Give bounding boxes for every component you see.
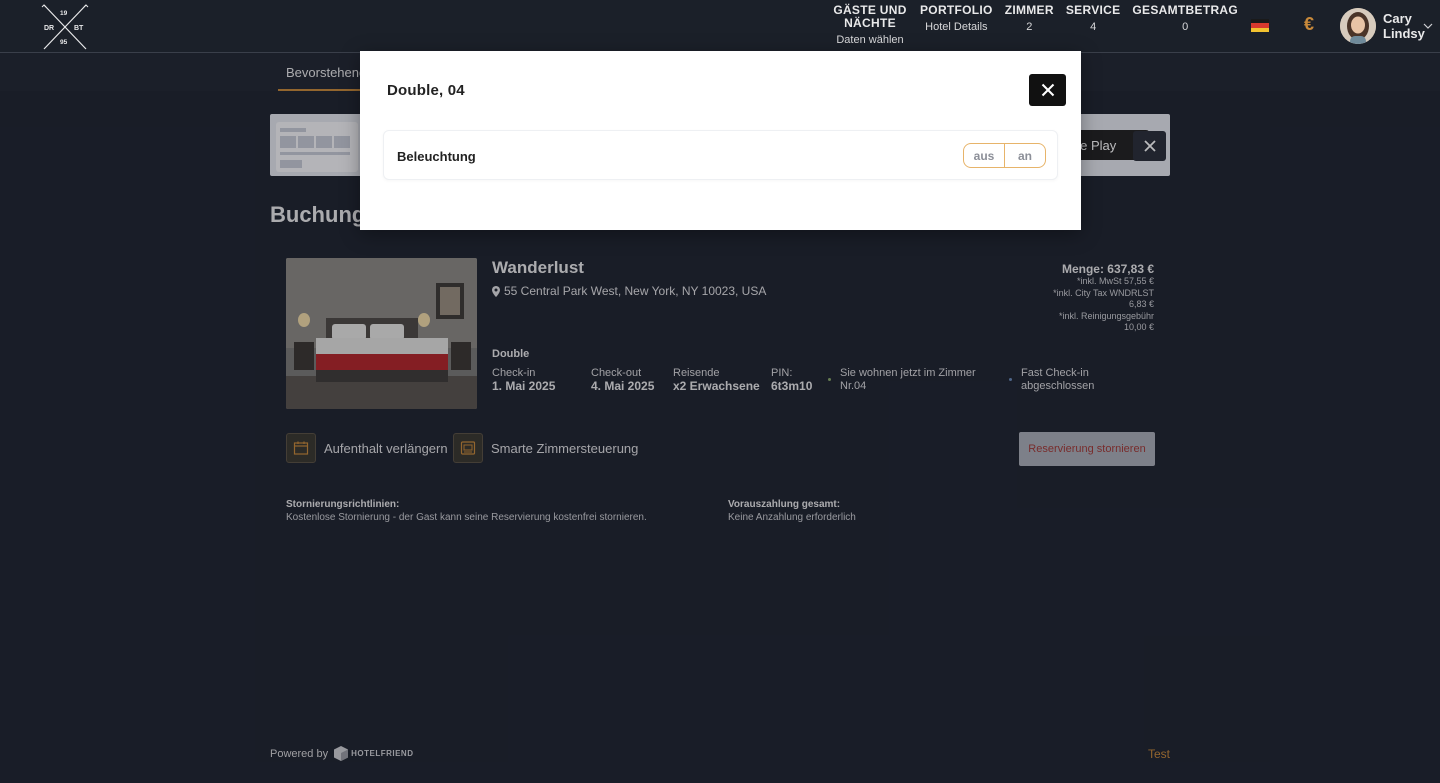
nav-service-value: 4 [1090,21,1097,33]
nav-service[interactable]: SERVICE 4 [1060,4,1127,47]
app-preview-image [276,122,358,172]
price-city-tax-value: 6,83 € [1128,299,1154,309]
hotelfriend-brand-text: HOTELFRIEND [351,749,414,758]
smart-room-control-label: Smarte Zimmersteuerung [491,440,639,456]
extend-stay-button[interactable]: Aufenthalt verlängern [286,433,448,463]
hotel-logo[interactable]: 19 DR BT 95 [40,3,90,51]
cancellation-policy-text: Kostenlose Stornierung - der Gast kann s… [286,512,647,523]
lighting-label: Beleuchtung [397,149,476,164]
calendar-icon [286,433,316,463]
price-city-tax-label: *inkl. City Tax WNDRLST [1053,287,1154,298]
cube-icon [334,746,349,761]
pin-value: 6t3m10 [771,379,813,393]
cancellation-policy-title: Stornierungsrichtlinien: [286,499,400,510]
chevron-down-icon[interactable] [1423,18,1433,29]
price-vat: *inkl. MwSt 57,55 € [1076,276,1154,286]
close-icon [1143,140,1156,152]
german-flag-icon[interactable] [1251,19,1269,32]
checkout-value: 4. Mai 2025 [591,379,655,393]
nav-guests-nights-value: Daten wählen [836,34,904,46]
nav-portfolio[interactable]: PORTFOLIO Hotel Details [914,4,999,47]
lighting-toggle: aus an [963,143,1046,168]
lighting-off-option[interactable]: aus [964,144,1004,167]
price-summary: Menge: 637,83 € *inkl. MwSt 57,55 € *ink… [954,262,1154,334]
footer-test-link[interactable]: Test [1148,747,1170,761]
hotelfriend-logo[interactable]: HOTELFRIEND [334,746,413,761]
travelers-value: x2 Erwachsene [673,379,760,393]
modal-title: Double, 04 [387,82,465,99]
room-status-line2: Nr.04 [840,380,867,392]
extend-stay-label: Aufenthalt verlängern [324,440,448,456]
close-icon [1041,83,1054,97]
logo-text-bottom: 95 [60,39,68,46]
powered-by-label: Powered by [270,747,329,760]
checkin-detail: Check-in 1. Mai 2025 [492,367,555,393]
header-nav: GÄSTE UND NÄCHTE Daten wählen PORTFOLIO … [826,4,1244,47]
room-type: Double [492,348,530,360]
nav-rooms[interactable]: ZIMMER 2 [999,4,1060,47]
pin-detail: PIN: 6t3m10 [771,367,812,393]
nav-total-value: 0 [1182,21,1189,33]
checkin-value: 1. Mai 2025 [492,379,556,393]
prepayment-title: Vorauszahlung gesamt: [728,499,841,510]
room-status: Sie wohnen jetzt im Zimmer Nr.04 [828,367,976,393]
banner-close-button[interactable] [1133,131,1166,161]
user-avatar[interactable] [1340,8,1376,44]
logo-text-right: BT [74,25,84,32]
user-name[interactable]: Cary Lindsy [1383,11,1427,41]
nav-portfolio-title: PORTFOLIO [920,3,993,17]
cancellation-policy: Stornierungsrichtlinien: Kostenlose Stor… [286,498,647,524]
prepayment-text: Keine Anzahlung erforderlich [728,512,856,523]
nav-guests-nights-title: GÄSTE UND NÄCHTE [833,3,907,30]
logo-text-top: 19 [60,10,68,17]
nav-service-title: SERVICE [1065,3,1121,17]
room-photo [286,258,477,409]
nav-portfolio-value: Hotel Details [925,21,988,33]
nav-rooms-title: ZIMMER [1004,3,1054,17]
checkin-status-line2: abgeschlossen [1021,380,1095,392]
smart-room-control-button[interactable]: Smarte Zimmersteuerung [453,433,638,463]
checkin-status-line1: Fast Check-in [1021,367,1089,379]
page-title: Buchung [270,202,366,227]
price-cleaning-label: *inkl. Reinigungsgebühr [1058,310,1154,321]
nav-guests-nights[interactable]: GÄSTE UND NÄCHTE Daten wählen [826,4,914,47]
nav-total-title: GESAMTBETRAG [1132,3,1239,17]
modal-close-button[interactable] [1029,74,1066,106]
room-status-line1: Sie wohnen jetzt im Zimmer [840,367,976,379]
lighting-control-row: Beleuchtung aus an [383,130,1058,180]
checkout-detail: Check-out 4. Mai 2025 [591,367,654,393]
powered-by: Powered by HOTELFRIEND [270,746,413,761]
hotel-address: 55 Central Park West, New York, NY 10023… [492,284,766,298]
status-dot-icon [828,378,831,381]
nav-rooms-value: 2 [1026,21,1033,33]
room-control-icon [453,433,483,463]
nav-total[interactable]: GESAMTBETRAG 0 [1126,4,1244,47]
hotel-name: Wanderlust [492,258,584,277]
checkin-status: Fast Check-in abgeschlossen [1009,367,1094,393]
price-cleaning-value: 10,00 € [1123,322,1154,332]
status-dot-icon [1009,378,1012,381]
map-pin-icon [492,285,500,297]
room-control-modal: Double, 04 Beleuchtung aus an [360,51,1081,230]
currency-selector[interactable]: € [1304,14,1314,35]
travelers-detail: Reisende x2 Erwachsene [673,367,760,393]
top-header: 19 DR BT 95 GÄSTE UND NÄCHTE Daten wähle… [0,0,1440,53]
price-total: Menge: 637,83 € [1061,262,1154,276]
lighting-on-option[interactable]: an [1004,144,1045,167]
prepayment-info: Vorauszahlung gesamt: Keine Anzahlung er… [728,498,856,524]
logo-text-left: DR [44,25,54,32]
hotel-address-text: 55 Central Park West, New York, NY 10023… [504,284,767,298]
cancel-reservation-button[interactable]: Reservierung stornieren [1019,432,1155,466]
